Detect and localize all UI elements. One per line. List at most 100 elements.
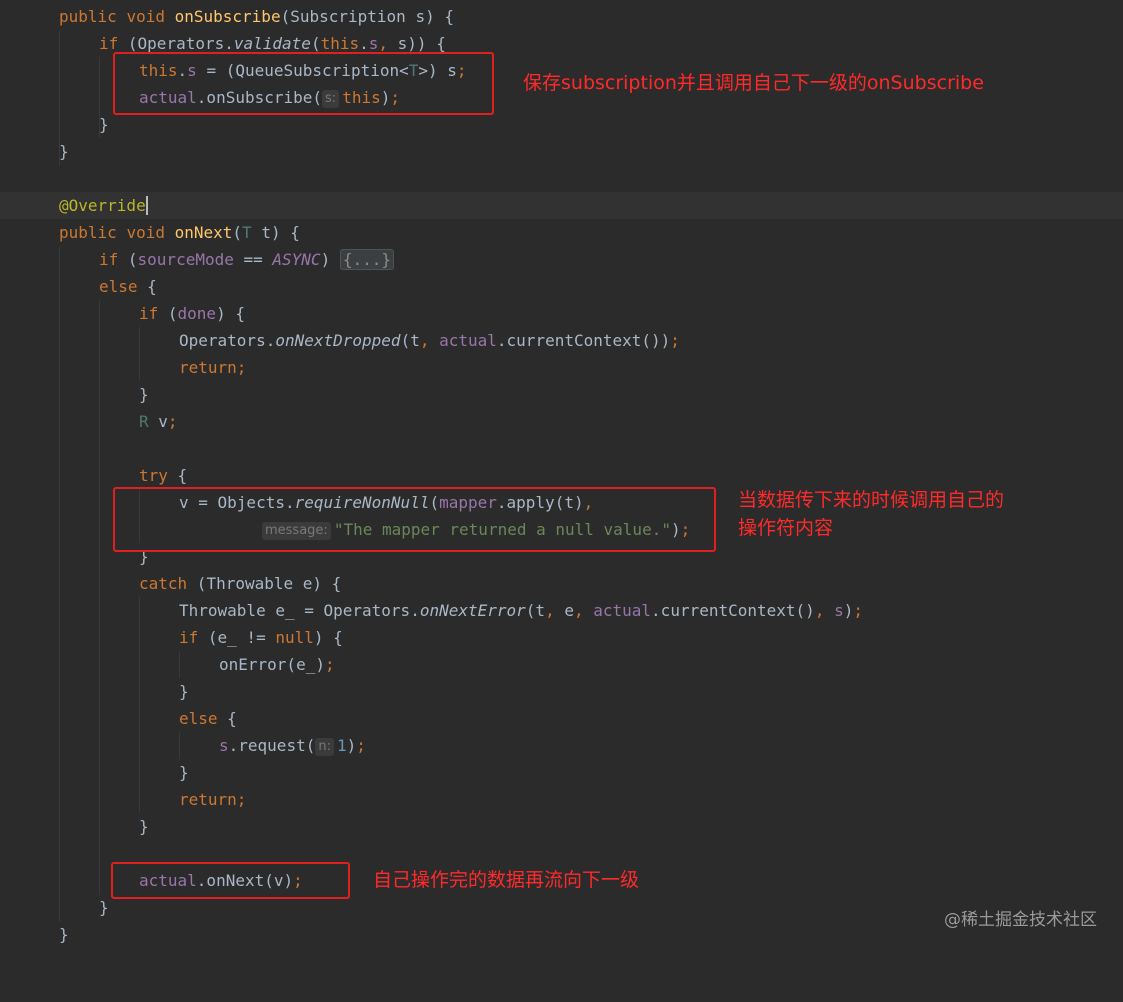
folded-code-block[interactable]: {...} <box>339 249 394 270</box>
punctuation: ; <box>324 655 335 674</box>
code-text: (e_ != <box>198 628 276 647</box>
code-text: (Subscription s) { <box>280 7 454 26</box>
code-line: public void onSubscribe(Subscription s) … <box>0 3 1123 30</box>
punctuation: , <box>378 34 389 53</box>
field: actual <box>439 331 497 350</box>
code-text: (Operators. <box>127 34 234 53</box>
keyword: else <box>179 709 218 728</box>
punctuation: ; <box>236 790 247 809</box>
keyword: null <box>275 628 314 647</box>
code-text: t) { <box>251 223 300 242</box>
punctuation: ; <box>356 736 366 755</box>
static-method: validate <box>233 34 311 53</box>
code-line: R v; <box>0 408 1123 435</box>
code-line: s.request(n: 1); <box>0 732 1123 759</box>
code-text: } <box>179 763 189 782</box>
code-text: } <box>139 385 149 404</box>
punctuation: , <box>814 601 825 620</box>
code-editor[interactable]: public void onSubscribe(Subscription s) … <box>0 0 1123 955</box>
field: s <box>834 601 844 620</box>
code-text: } <box>59 925 69 944</box>
code-text: { <box>217 709 237 728</box>
keyword: public <box>59 7 117 26</box>
code-line: catch (Throwable e) { <box>0 570 1123 597</box>
code-text: onError(e_) <box>219 655 325 674</box>
type-param: R <box>139 412 149 431</box>
code-line-current: @Override <box>0 192 1123 219</box>
code-text: } <box>139 817 149 836</box>
code-text: { <box>167 466 188 485</box>
punctuation: ; <box>236 358 247 377</box>
code-text: } <box>99 115 109 134</box>
code-text: Operators. <box>179 331 276 350</box>
method-name: onNext <box>174 223 233 242</box>
code-text: ) { <box>313 628 343 647</box>
code-line: } <box>0 111 1123 138</box>
code-text: .request( <box>228 736 316 755</box>
keyword: else <box>99 277 138 296</box>
code-line: public void onNext(T t) { <box>0 219 1123 246</box>
keyword: if <box>179 628 199 647</box>
code-text: ( <box>310 34 321 53</box>
keyword: return <box>179 790 237 809</box>
code-text: { <box>137 277 157 296</box>
code-text: .currentContext() <box>651 601 815 620</box>
annotation-note: 保存subscription并且调用自己下一级的onSubscribe <box>523 72 984 94</box>
watermark: @稀土掘金技术社区 <box>944 910 1097 930</box>
code-line: else { <box>0 273 1123 300</box>
constant: ASYNC <box>272 250 321 269</box>
highlight-box <box>113 52 494 115</box>
code-line: if (sourceMode == ASYNC) {...} <box>0 246 1123 273</box>
code-text: } <box>179 682 189 701</box>
annotation-note: 操作符内容 <box>738 517 834 539</box>
highlight-box <box>111 862 350 899</box>
keyword: if <box>99 34 119 53</box>
code-line: if (done) { <box>0 300 1123 327</box>
code-text: (t <box>400 331 420 350</box>
code-line: if (e_ != null) { <box>0 624 1123 651</box>
code-line: return; <box>0 786 1123 813</box>
field: s <box>368 34 379 53</box>
punctuation: , <box>545 601 555 620</box>
punctuation: ; <box>853 601 864 620</box>
keyword: this <box>320 34 360 53</box>
method-name: onSubscribe <box>174 7 281 26</box>
code-text: == <box>233 250 273 269</box>
keyword: try <box>139 466 168 485</box>
code-text: ( <box>232 223 243 242</box>
code-text: (Throwable e) { <box>187 574 342 593</box>
code-line: try { <box>0 462 1123 489</box>
punctuation: ; <box>670 331 680 350</box>
code-text: ( <box>158 304 178 323</box>
punctuation: ; <box>167 412 178 431</box>
code-text: . <box>359 34 369 53</box>
field: done <box>177 304 217 323</box>
code-line: } <box>0 138 1123 165</box>
code-text: ) <box>346 736 357 755</box>
code-text: ( <box>118 250 138 269</box>
code-text: Throwable e_ = Operators. <box>179 601 420 620</box>
type-param: T <box>242 223 252 242</box>
highlight-box <box>113 487 716 552</box>
keyword: public <box>59 223 117 242</box>
code-text: .currentContext()) <box>496 331 671 350</box>
number-literal: 1 <box>336 736 347 755</box>
keyword: if <box>139 304 159 323</box>
keyword: void <box>126 223 165 242</box>
code-text: e <box>554 601 574 620</box>
code-text: v <box>148 412 168 431</box>
code-line: Operators.onNextDropped(t, actual.curren… <box>0 327 1123 354</box>
code-line: } <box>0 381 1123 408</box>
punctuation: , <box>419 331 430 350</box>
text-caret <box>145 196 148 215</box>
field: actual <box>593 601 652 620</box>
parameter-hint: n: <box>315 738 334 756</box>
code-text: ) <box>843 601 854 620</box>
annotation-note: 当数据传下来的时候调用自己的 <box>738 489 1005 511</box>
code-text: } <box>59 142 69 161</box>
keyword: if <box>99 250 119 269</box>
annotation: @Override <box>59 196 146 215</box>
code-line: onError(e_); <box>0 651 1123 678</box>
keyword: return <box>179 358 237 377</box>
code-line: } <box>0 813 1123 840</box>
